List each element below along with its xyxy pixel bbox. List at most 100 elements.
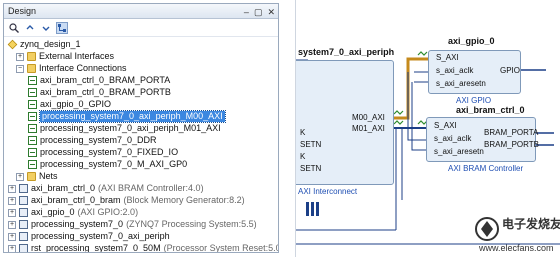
tree-row[interactable]: + rst_processing_system7_0_50M (Processor … [8, 243, 278, 252]
minimize-icon[interactable]: ‒ [244, 5, 249, 19]
bram-port-aresetn[interactable]: s_axi_aresetn [434, 147, 484, 156]
tree-row[interactable]: processing_system7_0_FIXED_IO [28, 147, 178, 158]
tree-row[interactable]: axi_gpio_0_GPIO [28, 99, 111, 110]
bram-port-porta[interactable]: BRAM_PORTA [484, 128, 538, 137]
bus-icon [28, 136, 37, 145]
interconnect-port-left[interactable]: K [300, 152, 305, 161]
tree-row[interactable]: + axi_bram_ctrl_0_bram (Block Memory Gener… [8, 195, 245, 206]
interconnect-port-left[interactable]: SETN [300, 164, 321, 173]
gpio-port-gpio[interactable]: GPIO [500, 66, 520, 75]
gpio-port-aresetn[interactable]: s_axi_aresetn [436, 79, 486, 88]
folder-icon [27, 64, 36, 73]
expand-toggle-icon[interactable]: + [8, 220, 16, 229]
watermark-title: 电子发烧友 [502, 217, 560, 231]
expand-toggle-icon[interactable]: + [8, 244, 16, 252]
block-icon [19, 232, 28, 241]
search-icon[interactable] [8, 22, 20, 34]
block-icon [19, 208, 28, 217]
block-icon [19, 196, 28, 205]
tree-item-detail: (Block Memory Generator:8.2) [123, 195, 245, 205]
tree-item-label[interactable]: processing_system7_0_M_AXI_GP0 [40, 159, 187, 170]
tree-row[interactable]: zynq_design_1 [7, 39, 81, 50]
bus-icon [28, 160, 37, 169]
interconnect-caption: AXI Interconnect [298, 187, 358, 196]
expand-icon[interactable] [40, 22, 52, 34]
tree-row[interactable]: + processing_system7_0_axi_periph [8, 231, 170, 242]
tree-row[interactable]: − Interface Connections [16, 63, 127, 74]
bus-icon [28, 100, 37, 109]
block-diagram-canvas[interactable]: system7_0_axi_periph K SETN K SETN M00_A… [295, 0, 560, 257]
tree-item-label[interactable]: processing_system7_0_axi_periph_M01_AXI [40, 123, 221, 134]
hierarchy-icon[interactable] [56, 21, 68, 34]
collapse-icon[interactable] [24, 22, 36, 34]
tree-item-label[interactable]: axi_gpio_0 [31, 207, 75, 218]
close-icon[interactable]: ✕ [267, 5, 275, 19]
expand-toggle-icon[interactable]: + [16, 52, 24, 61]
block-icon [19, 184, 28, 193]
interconnect-port-left[interactable]: SETN [300, 140, 321, 149]
tree-row[interactable]: processing_system7_0_M_AXI_GP0 [28, 159, 187, 170]
gpio-port-aclk[interactable]: s_axi_aclk [436, 66, 473, 75]
folder-icon [27, 172, 36, 181]
tree-item-label[interactable]: axi_bram_ctrl_0_BRAM_PORTB [40, 87, 171, 98]
tree-item-label[interactable]: zynq_design_1 [20, 39, 81, 50]
bus-icon [28, 112, 37, 121]
tree-item-detail: (AXI GPIO:2.0) [77, 207, 139, 217]
interconnect-title: system7_0_axi_periph [298, 47, 395, 57]
design-icon [7, 39, 18, 50]
tree-row[interactable]: + axi_bram_ctrl_0 (AXI BRAM Controller:4.0… [8, 183, 204, 194]
tree-item-label[interactable]: axi_bram_ctrl_0 [31, 183, 95, 194]
tree-item-label[interactable]: processing_system7_0 [31, 219, 123, 230]
tree-item-label[interactable]: processing_system7_0_axi_periph_M00_AXI [39, 110, 226, 123]
folder-icon [27, 52, 36, 61]
design-panel: Design ‒ ▢ ✕ zynq_design_1 + External Inte… [3, 3, 279, 253]
tree-row[interactable]: + External Interfaces [16, 51, 114, 62]
panel-toolbar [4, 19, 278, 37]
tree-item-label[interactable]: Nets [39, 171, 58, 182]
bram-caption: AXI BRAM Controller [448, 164, 524, 173]
tree-item-label[interactable]: processing_system7_0_DDR [40, 135, 157, 146]
bus-icon [28, 76, 37, 85]
expand-toggle-icon[interactable]: + [16, 172, 24, 181]
tree-item-label[interactable]: axi_bram_ctrl_0_BRAM_PORTA [40, 75, 170, 86]
panel-title: Design [8, 6, 37, 16]
expand-toggle-icon[interactable]: + [8, 196, 16, 205]
expand-toggle-icon[interactable]: + [8, 232, 16, 241]
tree-row[interactable]: processing_system7_0_axi_periph_M00_AXI [28, 110, 226, 123]
bus-icon [28, 88, 37, 97]
tree-item-label[interactable]: processing_system7_0_axi_periph [31, 231, 170, 242]
bram-port-portb[interactable]: BRAM_PORTB [484, 140, 539, 149]
bram-port-saxi[interactable]: S_AXI [434, 121, 457, 130]
block-icon [19, 220, 28, 229]
bram-title: axi_bram_ctrl_0 [456, 105, 525, 115]
tree-row[interactable]: + Nets [16, 171, 58, 182]
tree-item-label[interactable]: rst_processing_system7_0_50M [31, 243, 161, 252]
tree-item-label[interactable]: axi_bram_ctrl_0_bram [31, 195, 121, 206]
tree-row[interactable]: processing_system7_0_axi_periph_M01_AXI [28, 123, 221, 134]
gpio-port-saxi[interactable]: S_AXI [436, 53, 459, 62]
bram-port-aclk[interactable]: s_axi_aclk [434, 134, 471, 143]
gpio-caption: AXI GPIO [456, 96, 492, 105]
tree-item-label[interactable]: axi_gpio_0_GPIO [40, 99, 111, 110]
maximize-icon[interactable]: ▢ [254, 5, 263, 19]
tree-item-label[interactable]: processing_system7_0_FIXED_IO [40, 147, 178, 158]
tree-item-detail: (AXI BRAM Controller:4.0) [98, 183, 204, 193]
gpio-title: axi_gpio_0 [448, 36, 495, 46]
collapse-toggle-icon[interactable]: − [16, 64, 24, 73]
watermark-url: www.elecfans.com [479, 243, 554, 253]
tree-row[interactable]: + processing_system7_0 (ZYNQ7 Processing S… [8, 219, 257, 230]
tree-row[interactable]: processing_system7_0_DDR [28, 135, 157, 146]
tree-row[interactable]: axi_bram_ctrl_0_BRAM_PORTA [28, 75, 170, 86]
window-controls: ‒ ▢ ✕ [244, 5, 275, 19]
interconnect-port-m01[interactable]: M01_AXI [352, 124, 385, 133]
tree-row[interactable]: axi_bram_ctrl_0_BRAM_PORTB [28, 87, 171, 98]
tree-row[interactable]: + axi_gpio_0 (AXI GPIO:2.0) [8, 207, 138, 218]
block-icon [19, 244, 28, 252]
interconnect-port-left[interactable]: K [300, 128, 305, 137]
interconnect-port-m00[interactable]: M00_AXI [352, 113, 385, 122]
expand-toggle-icon[interactable]: + [8, 184, 16, 193]
tree-item-label[interactable]: External Interfaces [39, 51, 114, 62]
panel-header: Design ‒ ▢ ✕ [4, 4, 278, 19]
tree-item-label[interactable]: Interface Connections [39, 63, 127, 74]
expand-toggle-icon[interactable]: + [8, 208, 16, 217]
